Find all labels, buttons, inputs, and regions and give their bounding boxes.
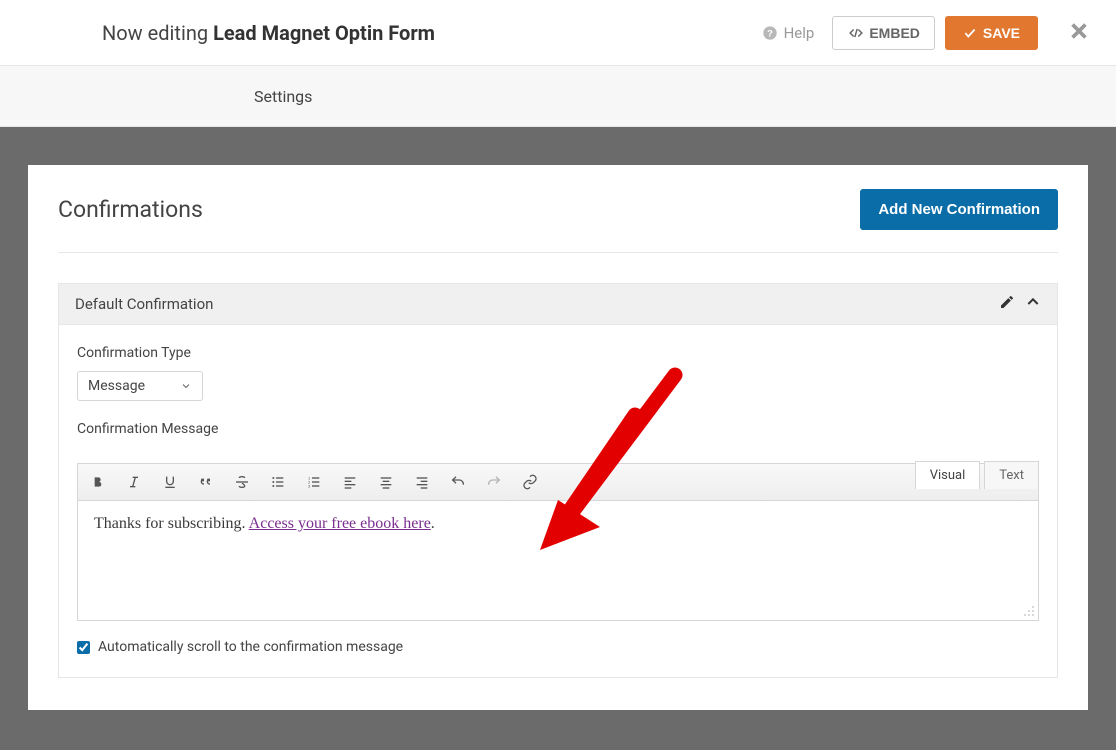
chevron-up-icon	[1025, 294, 1041, 310]
bullet-list-button[interactable]	[266, 470, 290, 494]
link-button[interactable]	[518, 470, 542, 494]
collapse-confirmation-button[interactable]	[1025, 294, 1041, 314]
message-link[interactable]: Access your free ebook here	[249, 515, 431, 532]
auto-scroll-label: Automatically scroll to the confirmation…	[98, 639, 403, 655]
message-text: Thanks for subscribing.	[94, 515, 249, 532]
align-center-button[interactable]	[374, 470, 398, 494]
settings-panel: Confirmations Add New Confirmation Defau…	[28, 165, 1088, 710]
help-icon: ?	[762, 25, 778, 41]
undo-icon	[450, 474, 466, 490]
svg-text:3: 3	[308, 483, 311, 488]
italic-button[interactable]	[122, 470, 146, 494]
editor-wrap: Visual Text 123	[77, 463, 1039, 621]
tab-settings[interactable]: Settings	[254, 87, 312, 106]
add-confirmation-button[interactable]: Add New Confirmation	[860, 189, 1058, 230]
confirmation-message-label: Confirmation Message	[77, 421, 1039, 437]
auto-scroll-checkbox[interactable]	[77, 641, 90, 654]
help-link[interactable]: ? Help	[762, 24, 815, 42]
confirmation-type-label: Confirmation Type	[77, 345, 1039, 361]
strikethrough-button[interactable]	[230, 470, 254, 494]
panel-header: Confirmations Add New Confirmation	[58, 189, 1058, 253]
chevron-down-icon	[180, 380, 192, 392]
numbered-list-button[interactable]: 123	[302, 470, 326, 494]
editing-title: Now editing Lead Magnet Optin Form	[102, 21, 762, 45]
embed-button[interactable]: EMBED	[832, 16, 935, 50]
embed-icon	[847, 26, 865, 40]
close-button[interactable]	[1068, 20, 1090, 46]
quote-icon	[198, 474, 214, 490]
work-area: Confirmations Add New Confirmation Defau…	[0, 127, 1116, 750]
editor-tab-text[interactable]: Text	[984, 461, 1039, 489]
link-icon	[522, 474, 538, 490]
undo-button[interactable]	[446, 470, 470, 494]
pencil-icon	[999, 294, 1015, 310]
redo-icon	[486, 474, 502, 490]
close-icon	[1068, 20, 1090, 42]
list-ul-icon	[270, 474, 286, 490]
editing-prefix: Now editing	[102, 21, 208, 45]
panel-title: Confirmations	[58, 196, 203, 223]
strikethrough-icon	[234, 474, 250, 490]
tab-bar: Settings	[0, 66, 1116, 127]
align-right-icon	[414, 474, 430, 490]
editor-content[interactable]: Thanks for subscribing. Access your free…	[77, 501, 1039, 621]
align-left-icon	[342, 474, 358, 490]
message-suffix: .	[431, 515, 435, 532]
svg-text:?: ?	[767, 28, 773, 38]
confirmation-name: Default Confirmation	[75, 295, 999, 313]
form-name: Lead Magnet Optin Form	[213, 21, 435, 45]
redo-button[interactable]	[482, 470, 506, 494]
align-center-icon	[378, 474, 394, 490]
align-right-button[interactable]	[410, 470, 434, 494]
confirmation-body: Confirmation Type Message Confirmation M…	[59, 325, 1057, 677]
top-bar: Now editing Lead Magnet Optin Form ? Hel…	[0, 0, 1116, 66]
underline-button[interactable]	[158, 470, 182, 494]
edit-confirmation-button[interactable]	[999, 294, 1015, 314]
check-icon	[963, 26, 977, 40]
confirmation-box: Default Confirmation Confirmation Type M…	[58, 283, 1058, 678]
auto-scroll-option[interactable]: Automatically scroll to the confirmation…	[77, 639, 1039, 655]
bold-button[interactable]	[86, 470, 110, 494]
italic-icon	[126, 474, 142, 490]
resize-handle-icon[interactable]	[1022, 604, 1036, 618]
editor-toolbar: 123	[77, 463, 1039, 501]
editor-tab-visual[interactable]: Visual	[915, 461, 981, 489]
list-ol-icon: 123	[306, 474, 322, 490]
save-button[interactable]: SAVE	[945, 16, 1038, 50]
underline-icon	[162, 474, 178, 490]
blockquote-button[interactable]	[194, 470, 218, 494]
confirmation-type-select[interactable]: Message	[77, 371, 203, 401]
align-left-button[interactable]	[338, 470, 362, 494]
confirmation-header: Default Confirmation	[59, 284, 1057, 325]
bold-icon	[90, 474, 106, 490]
